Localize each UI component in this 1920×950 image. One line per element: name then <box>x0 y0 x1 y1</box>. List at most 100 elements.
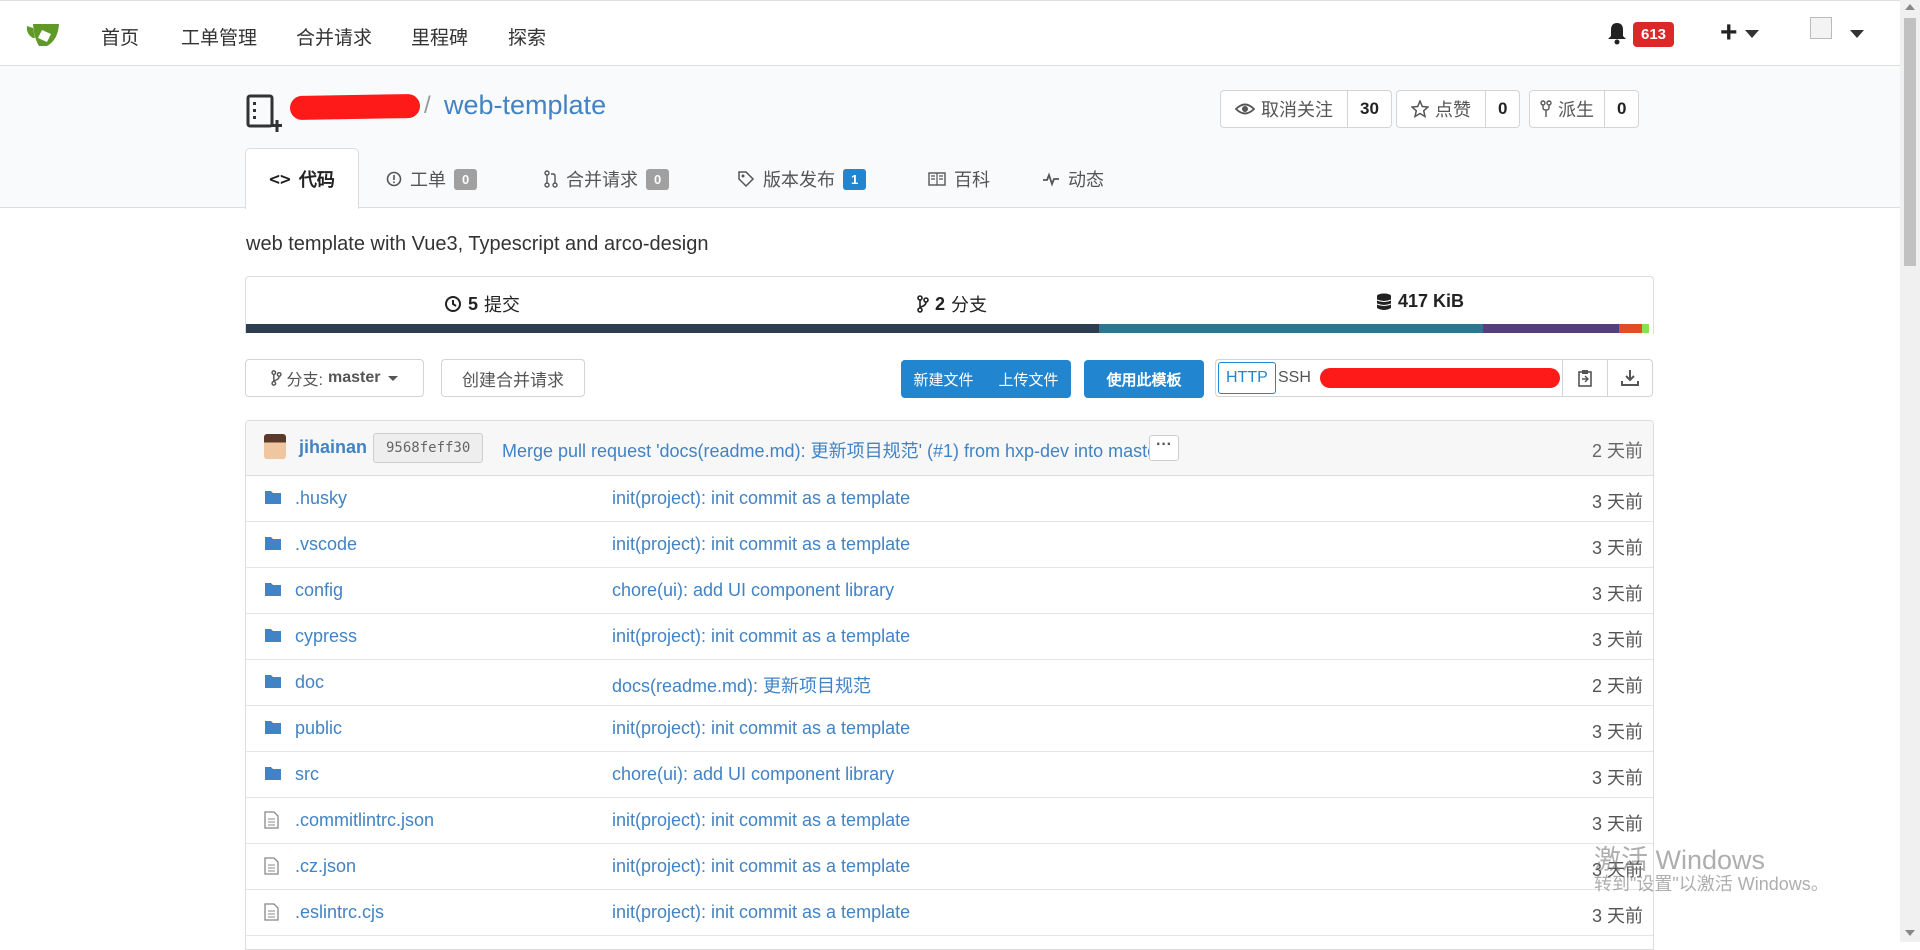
file-icon <box>264 857 279 875</box>
star-button[interactable]: 点赞 0 <box>1396 90 1521 128</box>
file-commit-message-link[interactable]: init(project): init commit as a template <box>612 810 910 831</box>
bell-icon[interactable] <box>1606 21 1628 45</box>
file-commit-message-link[interactable]: chore(ui): add UI component library <box>612 580 894 601</box>
scroll-up-arrow-icon[interactable] <box>1905 4 1915 10</box>
nav-milestones[interactable]: 里程碑 <box>411 23 468 50</box>
star-label: 点赞 <box>1435 100 1471 120</box>
file-commit-message-link[interactable]: init(project): init commit as a template <box>612 718 910 739</box>
commits-count: 5 <box>468 293 479 314</box>
repo-name-link[interactable]: web-template <box>444 90 606 121</box>
download-button[interactable] <box>1607 360 1652 396</box>
nav-home[interactable]: 首页 <box>101 23 139 50</box>
create-menu-caret-icon[interactable] <box>1745 30 1759 38</box>
history-icon <box>445 296 461 312</box>
file-name-link[interactable]: src <box>295 764 319 785</box>
file-commit-time: 2 天前 <box>1591 676 1643 696</box>
notification-count-badge[interactable]: 613 <box>1633 22 1675 47</box>
download-icon <box>1621 370 1639 386</box>
user-menu-caret-icon[interactable] <box>1850 30 1864 38</box>
file-icon <box>264 903 279 921</box>
language-bar-segment[interactable] <box>1641 324 1649 333</box>
star-count[interactable]: 0 <box>1486 91 1519 127</box>
tab-code[interactable]: <> 代码 <box>245 148 359 209</box>
entry-type-icon <box>264 627 282 648</box>
language-bar-segment[interactable] <box>1619 324 1642 333</box>
language-bar-segment[interactable] <box>246 324 1099 333</box>
plus-icon[interactable]: + <box>1720 18 1738 48</box>
gitea-logo-icon[interactable] <box>25 20 63 48</box>
file-name-link[interactable]: public <box>295 718 342 739</box>
branch-selector[interactable]: 分支: master <box>245 359 424 397</box>
pull-requests-count-badge: 0 <box>646 168 670 190</box>
pulse-icon <box>1043 172 1059 187</box>
tab-pull-requests[interactable]: 合并请求 0 <box>544 150 670 208</box>
file-commit-message-link[interactable]: init(project): init commit as a template <box>612 534 910 555</box>
http-protocol-button[interactable]: HTTP <box>1218 362 1276 394</box>
file-name-link[interactable]: .commitlintrc.json <box>295 810 434 831</box>
code-icon: <> <box>269 168 291 190</box>
upload-file-button[interactable]: 上传文件 <box>998 369 1058 390</box>
file-commit-message-link[interactable]: init(project): init commit as a template <box>612 488 910 509</box>
nav-explore[interactable]: 探索 <box>508 23 546 50</box>
file-commit-message-link[interactable]: chore(ui): add UI component library <box>612 764 894 785</box>
branch-name: master <box>327 369 381 386</box>
create-pull-request-button[interactable]: 创建合并请求 <box>441 359 585 397</box>
star-icon <box>1411 100 1429 118</box>
fork-icon <box>1540 100 1552 117</box>
file-name-link[interactable]: .vscode <box>295 534 357 555</box>
language-stats-bar[interactable] <box>246 324 1653 333</box>
tab-pull-requests-label: 合并请求 <box>566 170 638 190</box>
branches-link[interactable]: 2 分支 <box>917 291 987 317</box>
file-commit-message-link[interactable]: init(project): init commit as a template <box>612 856 910 877</box>
file-name-link[interactable]: config <box>295 580 343 601</box>
language-bar-segment[interactable] <box>1482 324 1620 333</box>
windows-activation-watermark-subtitle: 转到"设置"以激活 Windows。 <box>1594 874 1829 894</box>
tag-icon <box>738 171 755 188</box>
use-template-button[interactable]: 使用此模板 <box>1084 360 1204 398</box>
ssh-protocol-button[interactable]: SSH <box>1271 362 1318 394</box>
fork-button[interactable]: 派生 0 <box>1529 90 1640 128</box>
commits-link[interactable]: 5 提交 <box>444 291 520 317</box>
file-commit-message-link[interactable]: init(project): init commit as a template <box>612 626 910 647</box>
language-bar-segment[interactable] <box>1098 324 1483 333</box>
copy-url-button[interactable] <box>1562 360 1607 396</box>
file-row: .eslintrc.cjs init(project): init commit … <box>246 890 1653 936</box>
watch-count[interactable]: 30 <box>1348 91 1391 127</box>
entry-type-icon <box>264 673 282 694</box>
fork-count[interactable]: 0 <box>1605 91 1638 127</box>
scrollbar-thumb[interactable] <box>1904 18 1916 266</box>
tab-releases[interactable]: 版本发布 1 <box>737 150 867 208</box>
user-avatar[interactable] <box>1810 17 1832 39</box>
file-name-link[interactable]: .eslintrc.cjs <box>295 902 384 923</box>
owner-name-redacted[interactable] <box>289 93 421 121</box>
watch-button[interactable]: 取消关注 30 <box>1220 90 1392 128</box>
commit-author-avatar[interactable] <box>264 434 286 459</box>
file-commit-message-link[interactable]: init(project): init commit as a template <box>612 902 910 923</box>
nav-issues[interactable]: 工单管理 <box>181 23 257 50</box>
entry-type-icon <box>264 765 282 786</box>
branches-label: 分支 <box>951 295 988 315</box>
commit-message-link[interactable]: Merge pull request 'docs(readme.md): 更新项… <box>502 437 1163 463</box>
clone-url-redacted[interactable] <box>1320 368 1560 388</box>
ellipsis-icon[interactable]: ··· <box>1149 435 1179 461</box>
commit-sha-button[interactable]: 9568feff30 <box>373 433 484 463</box>
nav-pull-requests[interactable]: 合并请求 <box>296 23 372 50</box>
commit-author-link[interactable]: jihainan <box>299 437 367 458</box>
entry-type-icon <box>264 489 282 510</box>
branches-count: 2 <box>935 293 946 314</box>
file-name-link[interactable]: cypress <box>295 626 357 647</box>
scroll-down-arrow-icon[interactable] <box>1905 930 1915 936</box>
tab-wiki[interactable]: 百科 <box>928 150 990 208</box>
repo-size-value: 417 KiB <box>1398 291 1465 311</box>
file-name-link[interactable]: .husky <box>295 488 347 509</box>
entry-type-icon <box>264 811 279 834</box>
eye-icon <box>1235 103 1255 115</box>
new-file-button[interactable]: 新建文件 <box>913 369 973 390</box>
file-icon <box>264 811 279 829</box>
tab-activity[interactable]: 动态 <box>1042 150 1104 208</box>
file-commit-message-link[interactable]: docs(readme.md): 更新项目规范 <box>612 672 871 698</box>
file-name-link[interactable]: .cz.json <box>295 856 356 877</box>
file-name-link[interactable]: doc <box>295 672 324 693</box>
tab-issues[interactable]: 工单 0 <box>386 150 478 208</box>
database-icon <box>1376 293 1392 310</box>
